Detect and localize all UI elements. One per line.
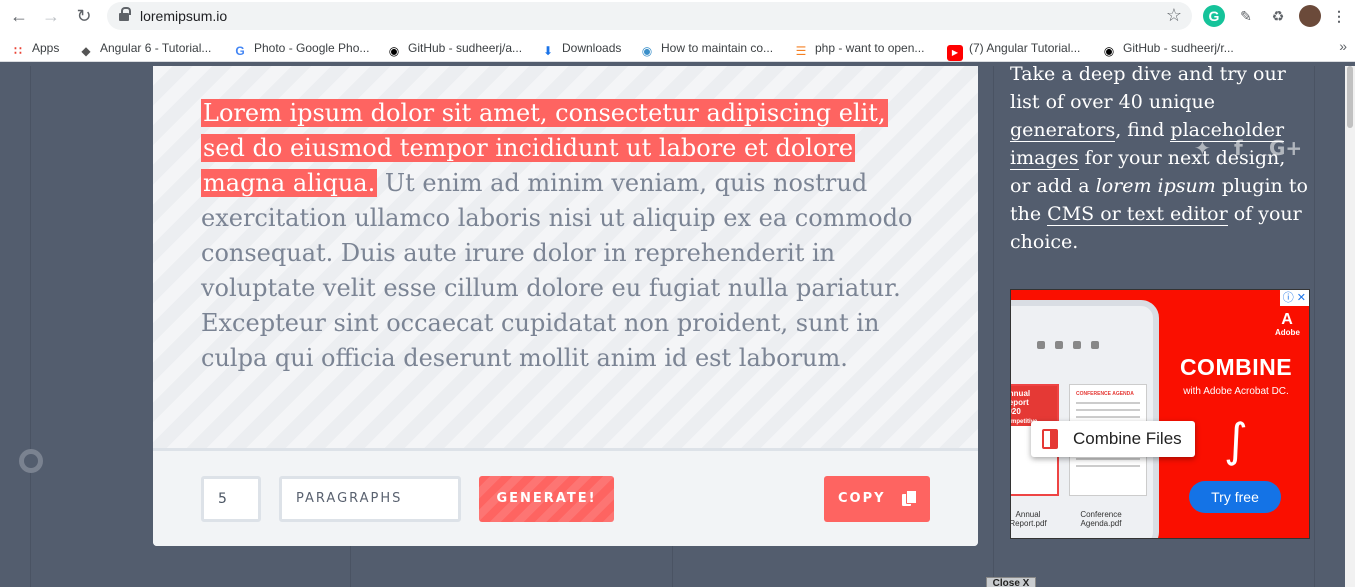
sidebar-paragraph: Take a deep dive and try our list of ove…	[1010, 60, 1310, 256]
sidebar-text: Take a deep dive and try our list of ove…	[1010, 63, 1286, 113]
ad-headline: COMBINE	[1179, 354, 1293, 380]
generators-link[interactable]: generators	[1010, 119, 1116, 142]
ad-choices-icon[interactable]: ⓘ ✕	[1279, 290, 1309, 306]
facebook-icon[interactable]: f	[1234, 136, 1243, 160]
bookmark-php[interactable]: ☰ php - want to open...	[793, 39, 925, 58]
bookmark-google-photos[interactable]: G Photo - Google Pho...	[232, 39, 370, 58]
back-arrow-icon[interactable]: ←	[8, 5, 30, 27]
copy-label: COPY	[838, 491, 886, 506]
ad-doc2-label: Conference Agenda.pdf	[1080, 510, 1122, 528]
adobe-a-icon: A	[1281, 311, 1293, 328]
bookmark-label: Apps	[32, 41, 60, 55]
adobe-advertisement[interactable]: Annual Report2020Competitive Landscape C…	[1010, 289, 1310, 539]
ad-subline: with Adobe Acrobat DC.	[1183, 386, 1289, 397]
google-plus-icon[interactable]: G+	[1269, 136, 1302, 160]
bookmark-label: php - want to open...	[815, 41, 925, 55]
bookmark-label: GitHub - sudheerj/r...	[1123, 41, 1234, 55]
bookmark-star-icon[interactable]: ☆	[1166, 5, 1182, 26]
ad-tablet-image: Annual Report2020Competitive Landscape C…	[1010, 300, 1159, 538]
profile-avatar[interactable]	[1299, 5, 1321, 27]
apps-grid-icon: ∷	[14, 44, 22, 58]
ad-doc1-label: Annual Report.pdf	[1010, 510, 1047, 528]
github-icon: ◉	[388, 44, 400, 58]
bookmark-apps[interactable]: ∷ Apps	[10, 39, 60, 58]
bookmark-label: GitHub - sudheerj/a...	[408, 41, 523, 55]
copy-icon	[902, 490, 917, 508]
eyedropper-icon[interactable]: ✎	[1235, 5, 1257, 27]
page-scrollbar[interactable]	[1345, 66, 1355, 587]
cms-link[interactable]: CMS or text editor	[1047, 203, 1228, 226]
stackoverflow-icon: ☰	[795, 44, 807, 58]
extensions-puzzle-icon[interactable]: ♻	[1267, 5, 1289, 27]
grid-line	[30, 66, 31, 587]
bookmark-label: How to maintain co...	[661, 41, 774, 55]
generator-controls: 5 PARAGRAPHS GENERATE! COPY	[153, 451, 978, 546]
google-icon: G	[235, 44, 245, 58]
bookmark-angular[interactable]: ◆ Angular 6 - Tutorial...	[78, 39, 212, 58]
paragraph-text: Ut enim ad minim veniam, quis nostrud ex…	[201, 169, 913, 372]
adobe-brand-label: Adobe	[1275, 328, 1300, 337]
ad-toolbar-icons	[1037, 336, 1137, 349]
count-input[interactable]: 5	[201, 476, 261, 522]
bookmarks-bar: ∷ Apps ◆ Angular 6 - Tutorial... G Photo - …	[0, 33, 1355, 62]
bookmark-label: Photo - Google Pho...	[254, 41, 370, 55]
bookmark-label: Downloads	[562, 41, 622, 55]
bookmark-label: Angular 6 - Tutorial...	[100, 41, 212, 55]
browser-toolbar: ← → ↻ loremipsum.io ☆ G ✎ ♻ ⋮	[0, 0, 1355, 33]
youtube-icon: ▶	[947, 45, 963, 61]
sidebar-emphasis: lorem ipsum	[1095, 175, 1216, 197]
eye-icon: ◉	[641, 44, 653, 58]
combine-files-label: Combine Files	[1073, 429, 1182, 448]
bookmark-label: (7) Angular Tutorial...	[969, 41, 1081, 55]
copy-button[interactable]: COPY	[824, 476, 930, 522]
ad-doc1-header: Annual Report2020Competitive Landscape	[1011, 386, 1057, 436]
adobe-logo: A Adobe	[1275, 311, 1300, 338]
pdf-icon	[1042, 429, 1058, 449]
lorem-generator-card: Lorem ipsum dolor sit amet, consectetur …	[153, 66, 978, 546]
generate-button[interactable]: GENERATE!	[479, 476, 614, 522]
bookmark-downloads[interactable]: ⬇ Downloads	[540, 39, 622, 58]
combine-files-callout: Combine Files	[1031, 421, 1195, 457]
download-icon: ⬇	[542, 44, 554, 58]
url-text: loremipsum.io	[140, 8, 228, 24]
reload-icon[interactable]: ↻	[73, 5, 95, 27]
menu-dots-icon[interactable]: ⋮	[1328, 5, 1350, 27]
circle-handle-icon	[19, 449, 43, 473]
acrobat-icon: ∫	[1224, 413, 1248, 467]
try-free-button[interactable]: Try free	[1189, 481, 1281, 513]
forward-arrow-icon[interactable]: →	[40, 5, 62, 27]
bookmark-github-a[interactable]: ◉ GitHub - sudheerj/a...	[386, 39, 523, 58]
ad-doc2-title: CONFERENCE AGENDA	[1076, 391, 1134, 397]
github-icon: ◉	[1103, 44, 1115, 58]
ad-doc1-year: 2020	[1011, 407, 1021, 416]
lock-icon	[119, 7, 131, 22]
generated-text: Lorem ipsum dolor sit amet, consectetur …	[201, 96, 931, 376]
sidebar-text: , find	[1115, 119, 1171, 141]
address-bar[interactable]: loremipsum.io ☆	[107, 2, 1192, 30]
angular-icon: ◆	[81, 44, 91, 58]
close-ad-button[interactable]: Close X	[986, 577, 1036, 587]
ad-doc1-title: Annual Report	[1011, 389, 1031, 407]
grammarly-icon[interactable]: G	[1203, 5, 1225, 27]
bookmark-how-to-maintain[interactable]: ◉ How to maintain co...	[639, 39, 774, 58]
scrollbar-thumb[interactable]	[1347, 66, 1353, 128]
twitter-icon[interactable]: ✦	[1194, 136, 1211, 160]
bookmark-github-r[interactable]: ◉ GitHub - sudheerj/r...	[1101, 39, 1234, 58]
type-select[interactable]: PARAGRAPHS	[279, 476, 461, 522]
bookmarks-overflow-chevron-icon[interactable]: »	[1339, 38, 1347, 54]
bookmark-angular-tutorial[interactable]: ▶ (7) Angular Tutorial...	[947, 39, 1081, 61]
